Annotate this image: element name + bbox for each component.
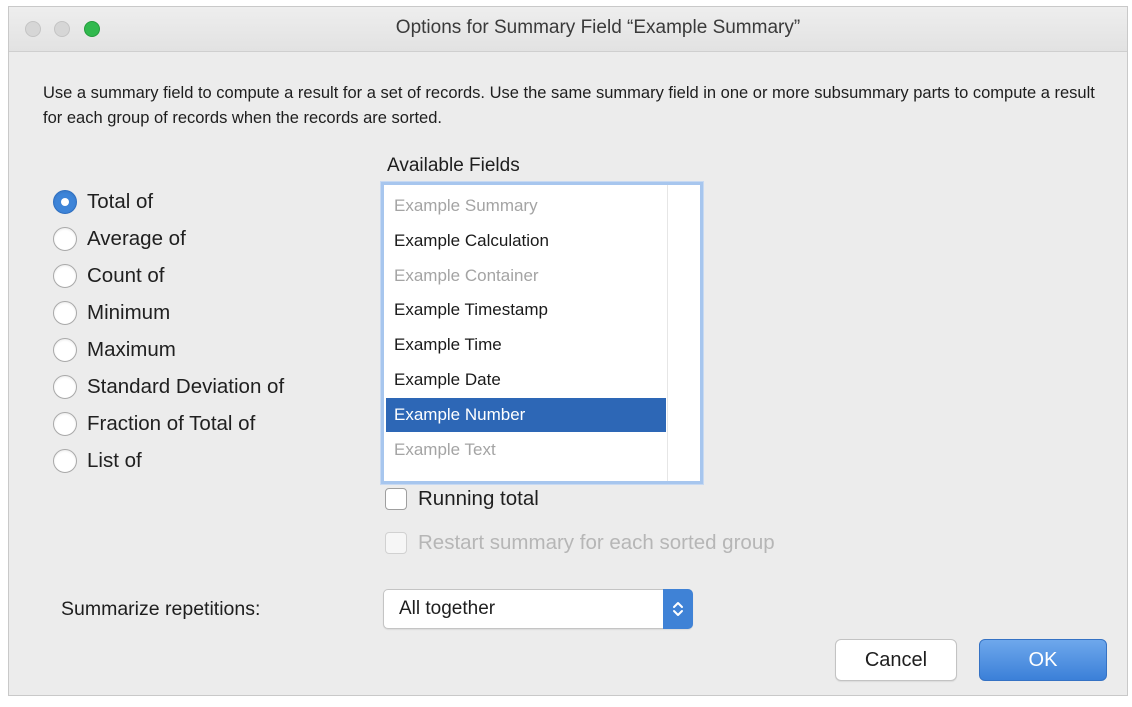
cancel-button[interactable]: Cancel	[835, 639, 957, 681]
dialog-description: Use a summary field to compute a result …	[43, 84, 1095, 127]
field-item-example-timestamp[interactable]: Example Timestamp	[386, 293, 666, 327]
field-item-example-container: Example Container	[394, 266, 539, 285]
restart-summary-checkbox	[385, 532, 407, 554]
available-fields-heading: Available Fields	[387, 155, 520, 176]
radio-label: List of	[87, 449, 142, 472]
radio-button-selected-icon[interactable]	[53, 190, 77, 214]
summarize-repetitions-label: Summarize repetitions:	[61, 598, 261, 620]
field-item-example-calculation[interactable]: Example Calculation	[386, 224, 666, 258]
radio-label: Fraction of Total of	[87, 412, 256, 435]
radio-minimum[interactable]: Minimum	[53, 298, 170, 328]
updown-chevron-icon[interactable]	[663, 589, 693, 629]
field-item-example-date[interactable]: Example Date	[386, 363, 666, 397]
list-scroll-track	[667, 185, 668, 481]
radio-average-of[interactable]: Average of	[53, 224, 186, 254]
radio-button-icon[interactable]	[53, 375, 77, 399]
radio-button-icon[interactable]	[53, 227, 77, 251]
radio-button-icon[interactable]	[53, 338, 77, 362]
radio-button-icon[interactable]	[53, 449, 77, 473]
radio-label: Average of	[87, 227, 186, 250]
radio-fraction-of-total-of[interactable]: Fraction of Total of	[53, 409, 255, 439]
select-value: All together	[399, 598, 496, 619]
radio-maximum[interactable]: Maximum	[53, 335, 176, 365]
radio-list-of[interactable]: List of	[53, 446, 142, 476]
running-total-label: Running total	[418, 487, 539, 510]
ok-button[interactable]: OK	[979, 639, 1107, 681]
radio-label: Minimum	[87, 301, 171, 324]
radio-standard-deviation-of[interactable]: Standard Deviation of	[53, 372, 284, 402]
radio-count-of[interactable]: Count of	[53, 261, 165, 291]
radio-label: Total of	[87, 190, 154, 213]
window-title: Options for Summary Field “Example Summa…	[395, 17, 801, 38]
restart-summary-checkbox-row: Restart summary for each sorted group	[385, 531, 775, 555]
radio-label: Maximum	[87, 338, 176, 361]
summary-options-dialog: Options for Summary Field “Example Summa…	[8, 6, 1128, 696]
field-item-example-summary: Example Summary	[394, 196, 538, 215]
radio-label: Count of	[87, 264, 165, 287]
radio-button-icon[interactable]	[53, 264, 77, 288]
radio-label: Standard Deviation of	[87, 375, 285, 398]
radio-button-icon[interactable]	[53, 301, 77, 325]
radio-button-icon[interactable]	[53, 412, 77, 436]
field-item-example-text: Example Text	[394, 440, 496, 459]
running-total-checkbox[interactable]	[385, 488, 407, 510]
available-fields-list[interactable]: Example Summary Example Calculation Exam…	[381, 182, 703, 484]
field-item-example-time[interactable]: Example Time	[386, 328, 666, 362]
restart-summary-label: Restart summary for each sorted group	[418, 531, 775, 554]
summarize-repetitions-select[interactable]: All together	[383, 589, 693, 629]
title-bar: Options for Summary Field “Example Summa…	[9, 7, 1127, 52]
radio-total-of[interactable]: Total of	[53, 187, 153, 217]
running-total-checkbox-row[interactable]: Running total	[385, 487, 539, 511]
field-item-example-number[interactable]: Example Number	[386, 398, 666, 432]
